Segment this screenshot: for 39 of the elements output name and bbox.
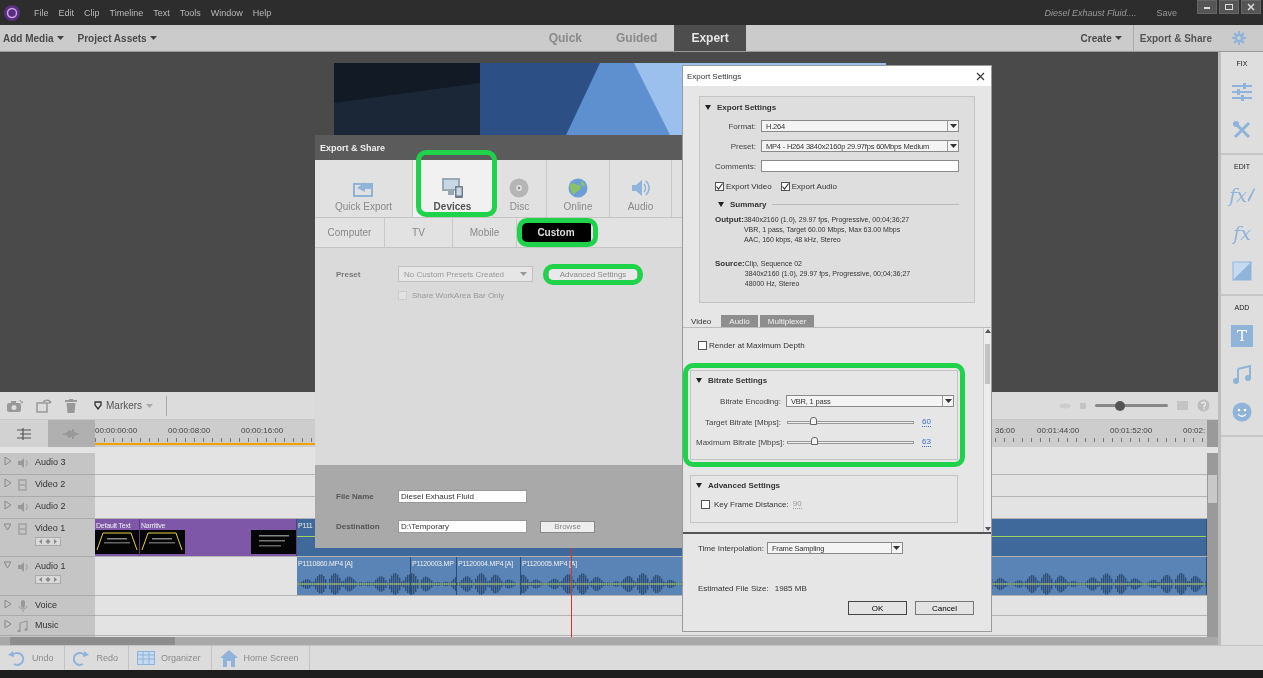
dialog-title: Export & Share [315, 135, 682, 160]
field-label: Format: [727, 121, 757, 131]
track-name: Audio 3 [35, 457, 66, 467]
field-label: Preset: [729, 141, 757, 151]
checkbox-label: Export Audio [791, 182, 838, 191]
timecode-label: 00:00:16:00 [241, 426, 285, 437]
track-name: Video 1 [35, 523, 66, 533]
timecode-label: 00:02: [1183, 426, 1207, 437]
field-label: Preset [336, 269, 362, 279]
timecode-label: 00:00:00:00 [95, 426, 139, 437]
field-label: File Name [336, 492, 375, 501]
timecode-label: 00:01:52:00 [1110, 426, 1154, 437]
track-name: Voice [35, 600, 58, 610]
field-label: Time Interpolation: [698, 543, 764, 553]
field-label: Bitrate Encoding: [719, 396, 782, 406]
section-title: Bitrate Settings [708, 376, 768, 385]
checkbox-label: Render at Maximum Depth [709, 341, 805, 350]
section-title: Export Settings [717, 103, 777, 112]
field-label: Target Bitrate [Mbps]: [703, 417, 782, 427]
section-title: Summary [730, 200, 767, 209]
track-name: Audio 2 [35, 501, 66, 511]
field-label: Maximum Bitrate [Mbps]: [696, 437, 786, 447]
dialog-title: Export Settings [687, 71, 742, 81]
track-name: Music [35, 620, 59, 630]
summary-label: Source: [715, 259, 745, 270]
section-title: Advanced Settings [708, 481, 780, 490]
checkbox-label: Key Frame Distance: [714, 499, 789, 509]
timecode-label: 00:01:44:00 [1037, 426, 1081, 437]
field-label: Destination [336, 522, 381, 531]
document-title: Diesel Exhaust Fluid.... [1044, 7, 1137, 18]
field-label: Comments: [714, 161, 757, 171]
checkbox-label: Export Video [726, 182, 772, 191]
timecode-label: 00:00:08:00 [168, 426, 212, 437]
track-name: Video 2 [35, 479, 66, 489]
summary-label: Output: [715, 215, 744, 226]
file-size-value: 1985 MB [774, 584, 807, 593]
field-label: Estimated File Size: [698, 584, 769, 593]
timecode-label: 36:00 [995, 426, 1017, 437]
track-name: Audio 1 [35, 561, 66, 571]
